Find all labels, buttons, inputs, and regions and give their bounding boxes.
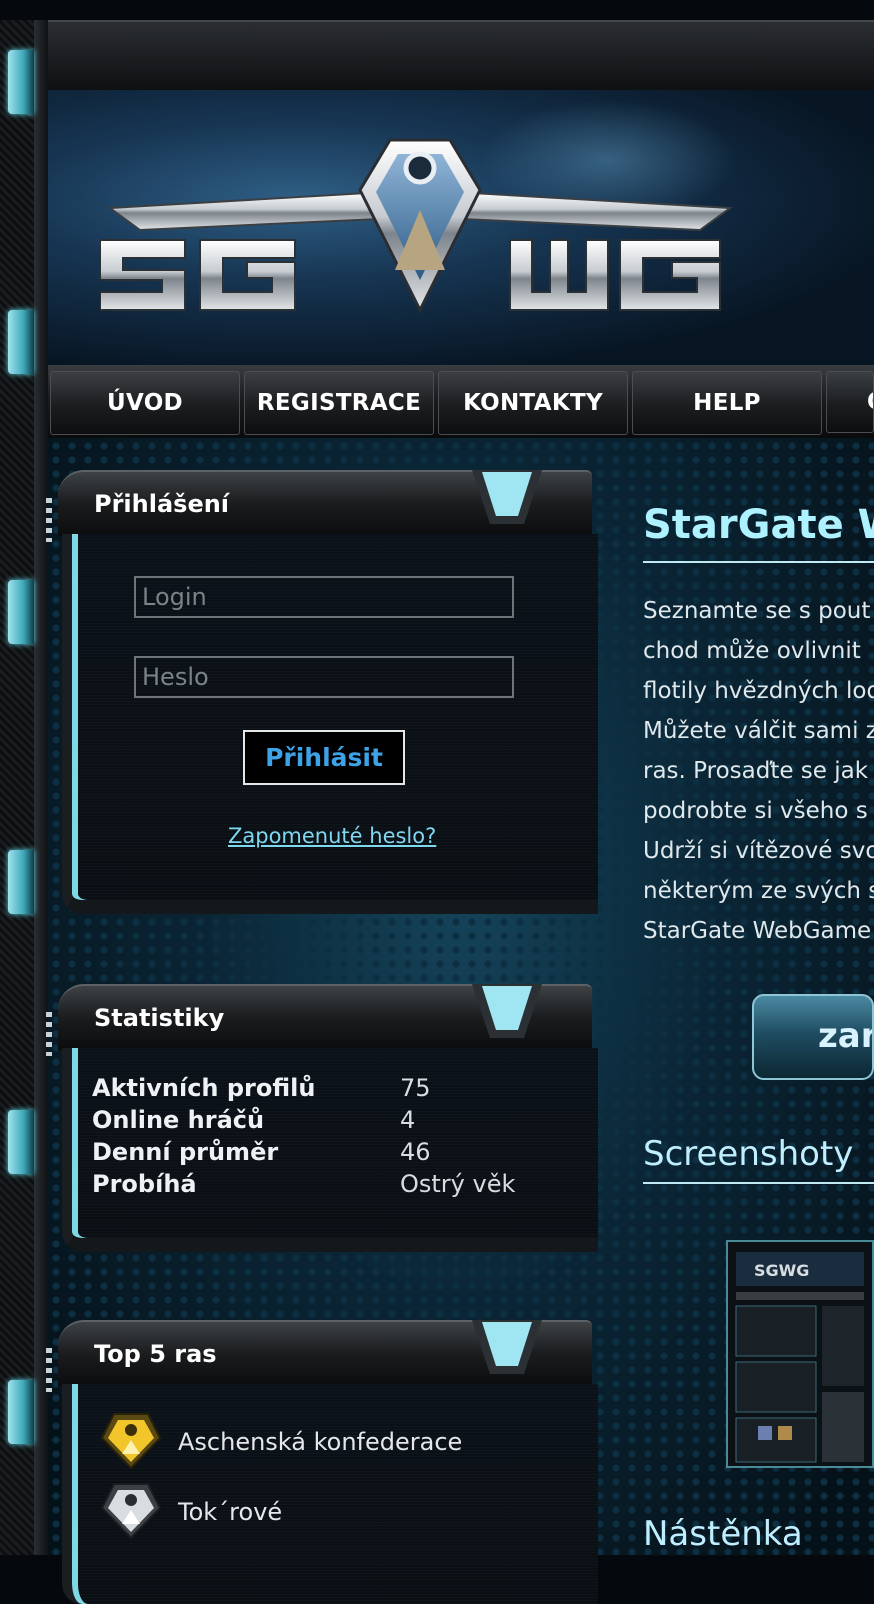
board-heading: Nástěnka bbox=[643, 1514, 803, 1554]
intro-text-line: flotily hvězdných lod bbox=[643, 678, 874, 704]
rail-light bbox=[8, 50, 34, 114]
register-cta-button[interactable]: zar bbox=[752, 994, 874, 1080]
login-box-title: Přihlášení bbox=[94, 490, 230, 518]
intro-text-line: ras. Prosaďte se jak bbox=[643, 758, 869, 784]
intro-text-line: podrobte si všeho s bbox=[643, 798, 868, 824]
rail-light bbox=[8, 580, 34, 644]
main-nav: ÚVOD REGISTRACE KONTAKTY HELP O bbox=[48, 365, 874, 438]
login-button[interactable]: Přihlásit bbox=[243, 730, 405, 785]
stat-value: 46 bbox=[400, 1138, 431, 1166]
stat-label: Probíhá bbox=[92, 1170, 197, 1198]
title-divider bbox=[643, 561, 874, 563]
stat-value: 4 bbox=[400, 1106, 416, 1134]
box-notch-icon bbox=[472, 984, 542, 1038]
rail-light bbox=[8, 850, 34, 914]
silver-emblem-icon bbox=[100, 1483, 162, 1540]
screenshot-thumbnail[interactable]: SGWG bbox=[726, 1240, 874, 1468]
nav-item-o[interactable]: O bbox=[826, 371, 874, 433]
main-title: StarGate W bbox=[643, 502, 874, 548]
password-input[interactable] bbox=[134, 656, 514, 698]
intro-text-line: Můžete válčit sami z bbox=[643, 718, 874, 744]
top-races-box-header: Top 5 ras bbox=[58, 1320, 592, 1386]
left-decorative-rail bbox=[0, 20, 48, 1555]
rail-light bbox=[8, 1110, 34, 1174]
intro-text-line: chod může ovlivnit bbox=[643, 638, 861, 664]
screenshot-preview: SGWG bbox=[728, 1242, 872, 1466]
stat-value: Ostrý věk bbox=[400, 1170, 516, 1198]
nav-item-kontakty[interactable]: KONTAKTY bbox=[438, 371, 628, 435]
intro-text-line: Seznamte se s pout bbox=[643, 598, 871, 624]
top-bar bbox=[48, 20, 874, 92]
nav-item-registrace[interactable]: REGISTRACE bbox=[244, 371, 434, 435]
screenshots-heading: Screenshoty bbox=[643, 1134, 854, 1174]
stats-box-header: Statistiky bbox=[58, 984, 592, 1050]
rail-light bbox=[8, 1380, 34, 1444]
screenshot-logo-text: SGWG bbox=[754, 1261, 809, 1280]
stat-label: Online hráčů bbox=[92, 1106, 265, 1134]
box-notch-icon bbox=[472, 1320, 542, 1374]
forgot-password-link[interactable]: Zapomenuté heslo? bbox=[228, 824, 478, 848]
intro-text-line: Udrží si vítězové svo bbox=[643, 838, 874, 864]
stat-label: Denní průměr bbox=[92, 1138, 279, 1166]
login-box-header: Přihlášení bbox=[58, 470, 592, 536]
rail-light bbox=[8, 310, 34, 374]
login-box: Přihlášení bbox=[46, 470, 598, 930]
box-notch-icon bbox=[472, 470, 542, 524]
race-name[interactable]: Tok´rové bbox=[178, 1498, 282, 1526]
stats-box-title: Statistiky bbox=[94, 1004, 225, 1032]
header-banner bbox=[48, 90, 874, 365]
nav-item-uvod[interactable]: ÚVOD bbox=[50, 371, 240, 435]
intro-text-line: StarGate WebGame bbox=[643, 918, 872, 944]
rail-edge bbox=[34, 20, 48, 1555]
top-races-box-title: Top 5 ras bbox=[94, 1340, 217, 1368]
race-name[interactable]: Aschenská konfederace bbox=[178, 1428, 462, 1456]
intro-text-line: některým ze svých s bbox=[643, 878, 874, 904]
gold-emblem-icon bbox=[100, 1413, 162, 1470]
sgwg-logo[interactable] bbox=[100, 130, 740, 350]
login-input[interactable] bbox=[134, 576, 514, 618]
nav-item-help[interactable]: HELP bbox=[632, 371, 822, 435]
screenshots-divider bbox=[643, 1182, 874, 1184]
stat-value: 75 bbox=[400, 1074, 431, 1102]
stat-label: Aktivních profilů bbox=[92, 1074, 316, 1102]
